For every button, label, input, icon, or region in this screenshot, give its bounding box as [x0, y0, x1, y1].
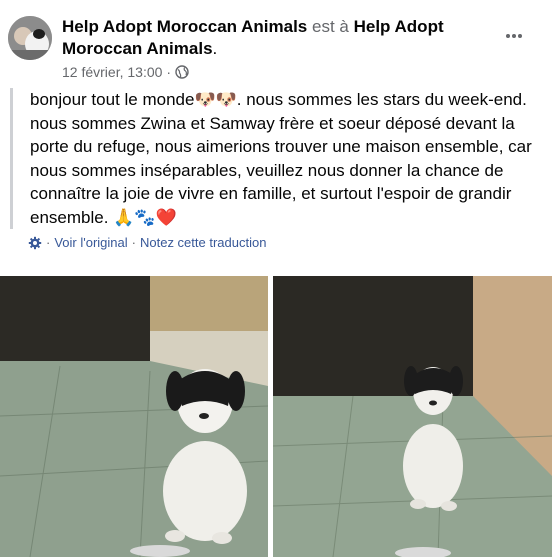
meta-separator: ·: [166, 64, 172, 80]
post-header: Help Adopt Moroccan Animals est à Help A…: [0, 0, 552, 90]
post-text: bonjour tout le monde🐶🐶. nous sommes les…: [30, 90, 532, 227]
dog-photo-1[interactable]: [0, 276, 268, 557]
globe-icon[interactable]: [175, 65, 189, 79]
more-horizontal-icon: [506, 34, 522, 38]
post-date[interactable]: 12 février, 13:00: [62, 64, 162, 80]
translation-dot-1: ·: [46, 235, 51, 250]
translation-bar: · Voir l'original · Notez cette traducti…: [28, 235, 266, 250]
gear-icon: [28, 236, 42, 250]
title-period: .: [212, 39, 218, 58]
connector-text: est à: [312, 17, 349, 36]
dog-photo-2[interactable]: [273, 276, 552, 557]
more-options-button[interactable]: [500, 22, 528, 50]
post-body: bonjour tout le monde🐶🐶. nous sommes les…: [10, 88, 550, 229]
post-meta: 12 février, 13:00 ·: [62, 64, 189, 80]
translation-dot-2: ·: [131, 235, 136, 250]
page-avatar[interactable]: [8, 16, 52, 60]
location-link-line2[interactable]: Moroccan Animals: [62, 39, 213, 58]
view-original-link[interactable]: Voir l'original: [54, 235, 127, 250]
post-title: Help Adopt Moroccan Animals est à Help A…: [62, 16, 462, 60]
author-link[interactable]: Help Adopt Moroccan Animals: [62, 17, 307, 36]
location-link-line1[interactable]: Help Adopt: [354, 17, 444, 36]
rate-translation-link[interactable]: Notez cette traduction: [140, 235, 266, 250]
